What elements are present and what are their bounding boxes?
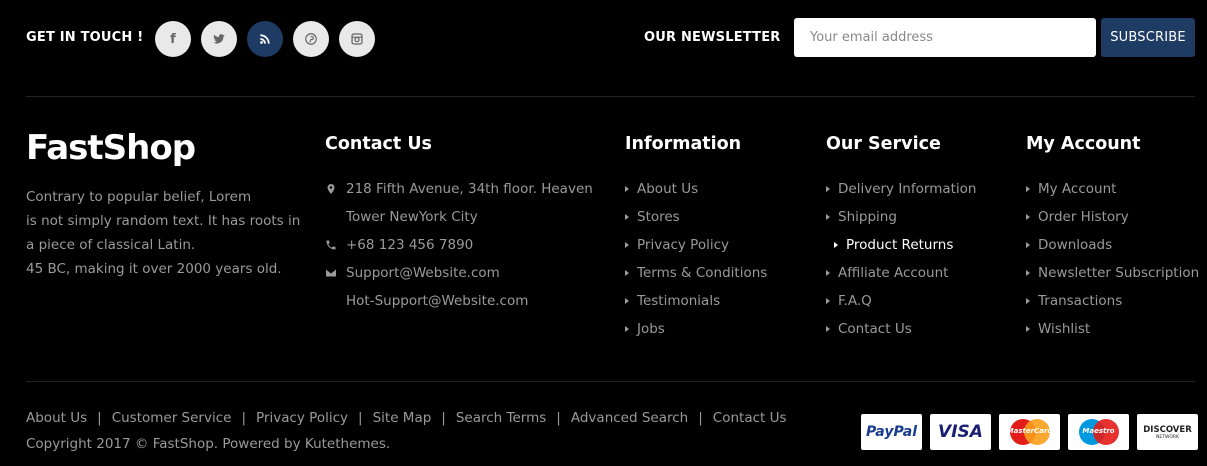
bottom-link-search-terms[interactable]: Search Terms [456,410,546,426]
caret-right-icon [826,214,830,220]
bottom-link-customer-service[interactable]: Customer Service [112,410,232,426]
caret-right-icon [625,298,629,304]
link-transactions[interactable]: Transactions [1026,287,1199,315]
bottom-divider [26,381,1195,382]
caret-right-icon [625,270,629,276]
contact-email-hot[interactable]: Hot-Support@Website.com [325,287,593,315]
paypal-icon: PayPal [861,414,922,450]
information-title: Information [625,134,742,154]
caret-right-icon [1026,326,1030,332]
get-in-touch-label: GET IN TOUCH ! [26,30,144,45]
copyright: Copyright 2017 © FastShop. Powered by Ku… [26,436,391,452]
rss-button[interactable] [247,21,283,57]
link-my-account[interactable]: My Account [1026,175,1199,203]
link-shipping[interactable]: Shipping [826,203,976,231]
caret-right-icon [1026,242,1030,248]
link-contact-us[interactable]: Contact Us [826,315,976,343]
contact-email[interactable]: Support@Website.com [325,259,593,287]
twitter-button[interactable] [201,21,237,57]
about-line: a piece of classical Latin. [26,237,196,253]
link-delivery-information[interactable]: Delivery Information [826,175,976,203]
link-downloads[interactable]: Downloads [1026,231,1199,259]
link-newsletter-subscription[interactable]: Newsletter Subscription [1026,259,1199,287]
newsletter-email-input[interactable] [794,18,1096,57]
maestro-icon: Maestro [1068,414,1129,450]
caret-right-icon [826,270,830,276]
caret-right-icon [826,326,830,332]
contact-phone: +68 123 456 7890 [325,231,593,259]
information-column: Information About Us Stores Privacy Poli… [625,134,767,343]
envelope-icon [325,259,346,287]
facebook-icon: f [170,31,176,47]
service-title: Our Service [826,134,941,154]
mastercard-icon: MasterCard [999,414,1060,450]
link-affiliate-account[interactable]: Affiliate Account [826,259,976,287]
about-line: 45 BC, making it over 2000 years old. [26,261,282,277]
caret-right-icon [1026,270,1030,276]
about-line: Contrary to popular belief, Lorem [26,189,252,205]
link-wishlist[interactable]: Wishlist [1026,315,1199,343]
link-faq[interactable]: F.A.Q [826,287,976,315]
map-marker-icon [325,175,346,203]
brand-description: Contrary to popular belief, Lorem is not… [26,185,306,281]
bottom-links: About Us | Customer Service | Privacy Poli… [26,410,787,426]
caret-right-icon [625,326,629,332]
account-title: My Account [1026,134,1141,154]
caret-right-icon [625,186,629,192]
contact-address: 218 Fifth Avenue, 34th floor. Heaven [325,175,593,203]
caret-right-icon [1026,298,1030,304]
bottom-link-privacy-policy[interactable]: Privacy Policy [256,410,348,426]
link-jobs[interactable]: Jobs [625,315,767,343]
caret-right-icon [826,298,830,304]
payment-methods: PayPal VISA MasterCard Maestro DISCOVER … [861,414,1198,450]
discover-icon: DISCOVER NETWORK [1137,414,1198,450]
caret-right-icon [1026,186,1030,192]
contact-address-line2: Tower NewYork City [346,209,478,225]
link-privacy-policy[interactable]: Privacy Policy [625,231,767,259]
pinterest-button[interactable] [293,21,329,57]
bottom-link-about-us[interactable]: About Us [26,410,87,426]
link-product-returns[interactable]: Product Returns [826,231,976,259]
link-about-us[interactable]: About Us [625,175,767,203]
contact-column: Contact Us 218 Fifth Avenue, 34th floor.… [325,134,593,315]
caret-right-icon [625,242,629,248]
bottom-link-site-map[interactable]: Site Map [373,410,432,426]
caret-right-icon [834,242,838,248]
service-column: Our Service Delivery Information Shippin… [826,134,976,343]
newsletter-label: OUR NEWSLETTER [644,30,781,45]
caret-right-icon [826,186,830,192]
top-bar: GET IN TOUCH ! f OUR NEWSLETTER SUBSCRIB… [26,18,1195,58]
link-stores[interactable]: Stores [625,203,767,231]
link-terms[interactable]: Terms & Conditions [625,259,767,287]
link-order-history[interactable]: Order History [1026,203,1199,231]
about-line: is not simply random text. It has roots … [26,213,301,229]
contact-title: Contact Us [325,134,432,154]
caret-right-icon [1026,214,1030,220]
phone-icon [325,231,346,259]
visa-icon: VISA [930,414,991,450]
subscribe-button[interactable]: SUBSCRIBE [1101,18,1195,57]
bottom-link-advanced-search[interactable]: Advanced Search [571,410,688,426]
bottom-link-contact-us[interactable]: Contact Us [713,410,787,426]
rss-icon [260,34,270,44]
top-divider [26,96,1195,97]
pinterest-icon [305,33,317,45]
instagram-button[interactable] [339,21,375,57]
social-links: f [155,21,375,57]
facebook-button[interactable]: f [155,21,191,57]
account-column: My Account My Account Order History Down… [1026,134,1199,343]
twitter-icon [213,34,225,44]
brand-logo[interactable]: FastShop [26,128,196,168]
instagram-icon [351,33,363,45]
caret-right-icon [625,214,629,220]
link-testimonials[interactable]: Testimonials [625,287,767,315]
